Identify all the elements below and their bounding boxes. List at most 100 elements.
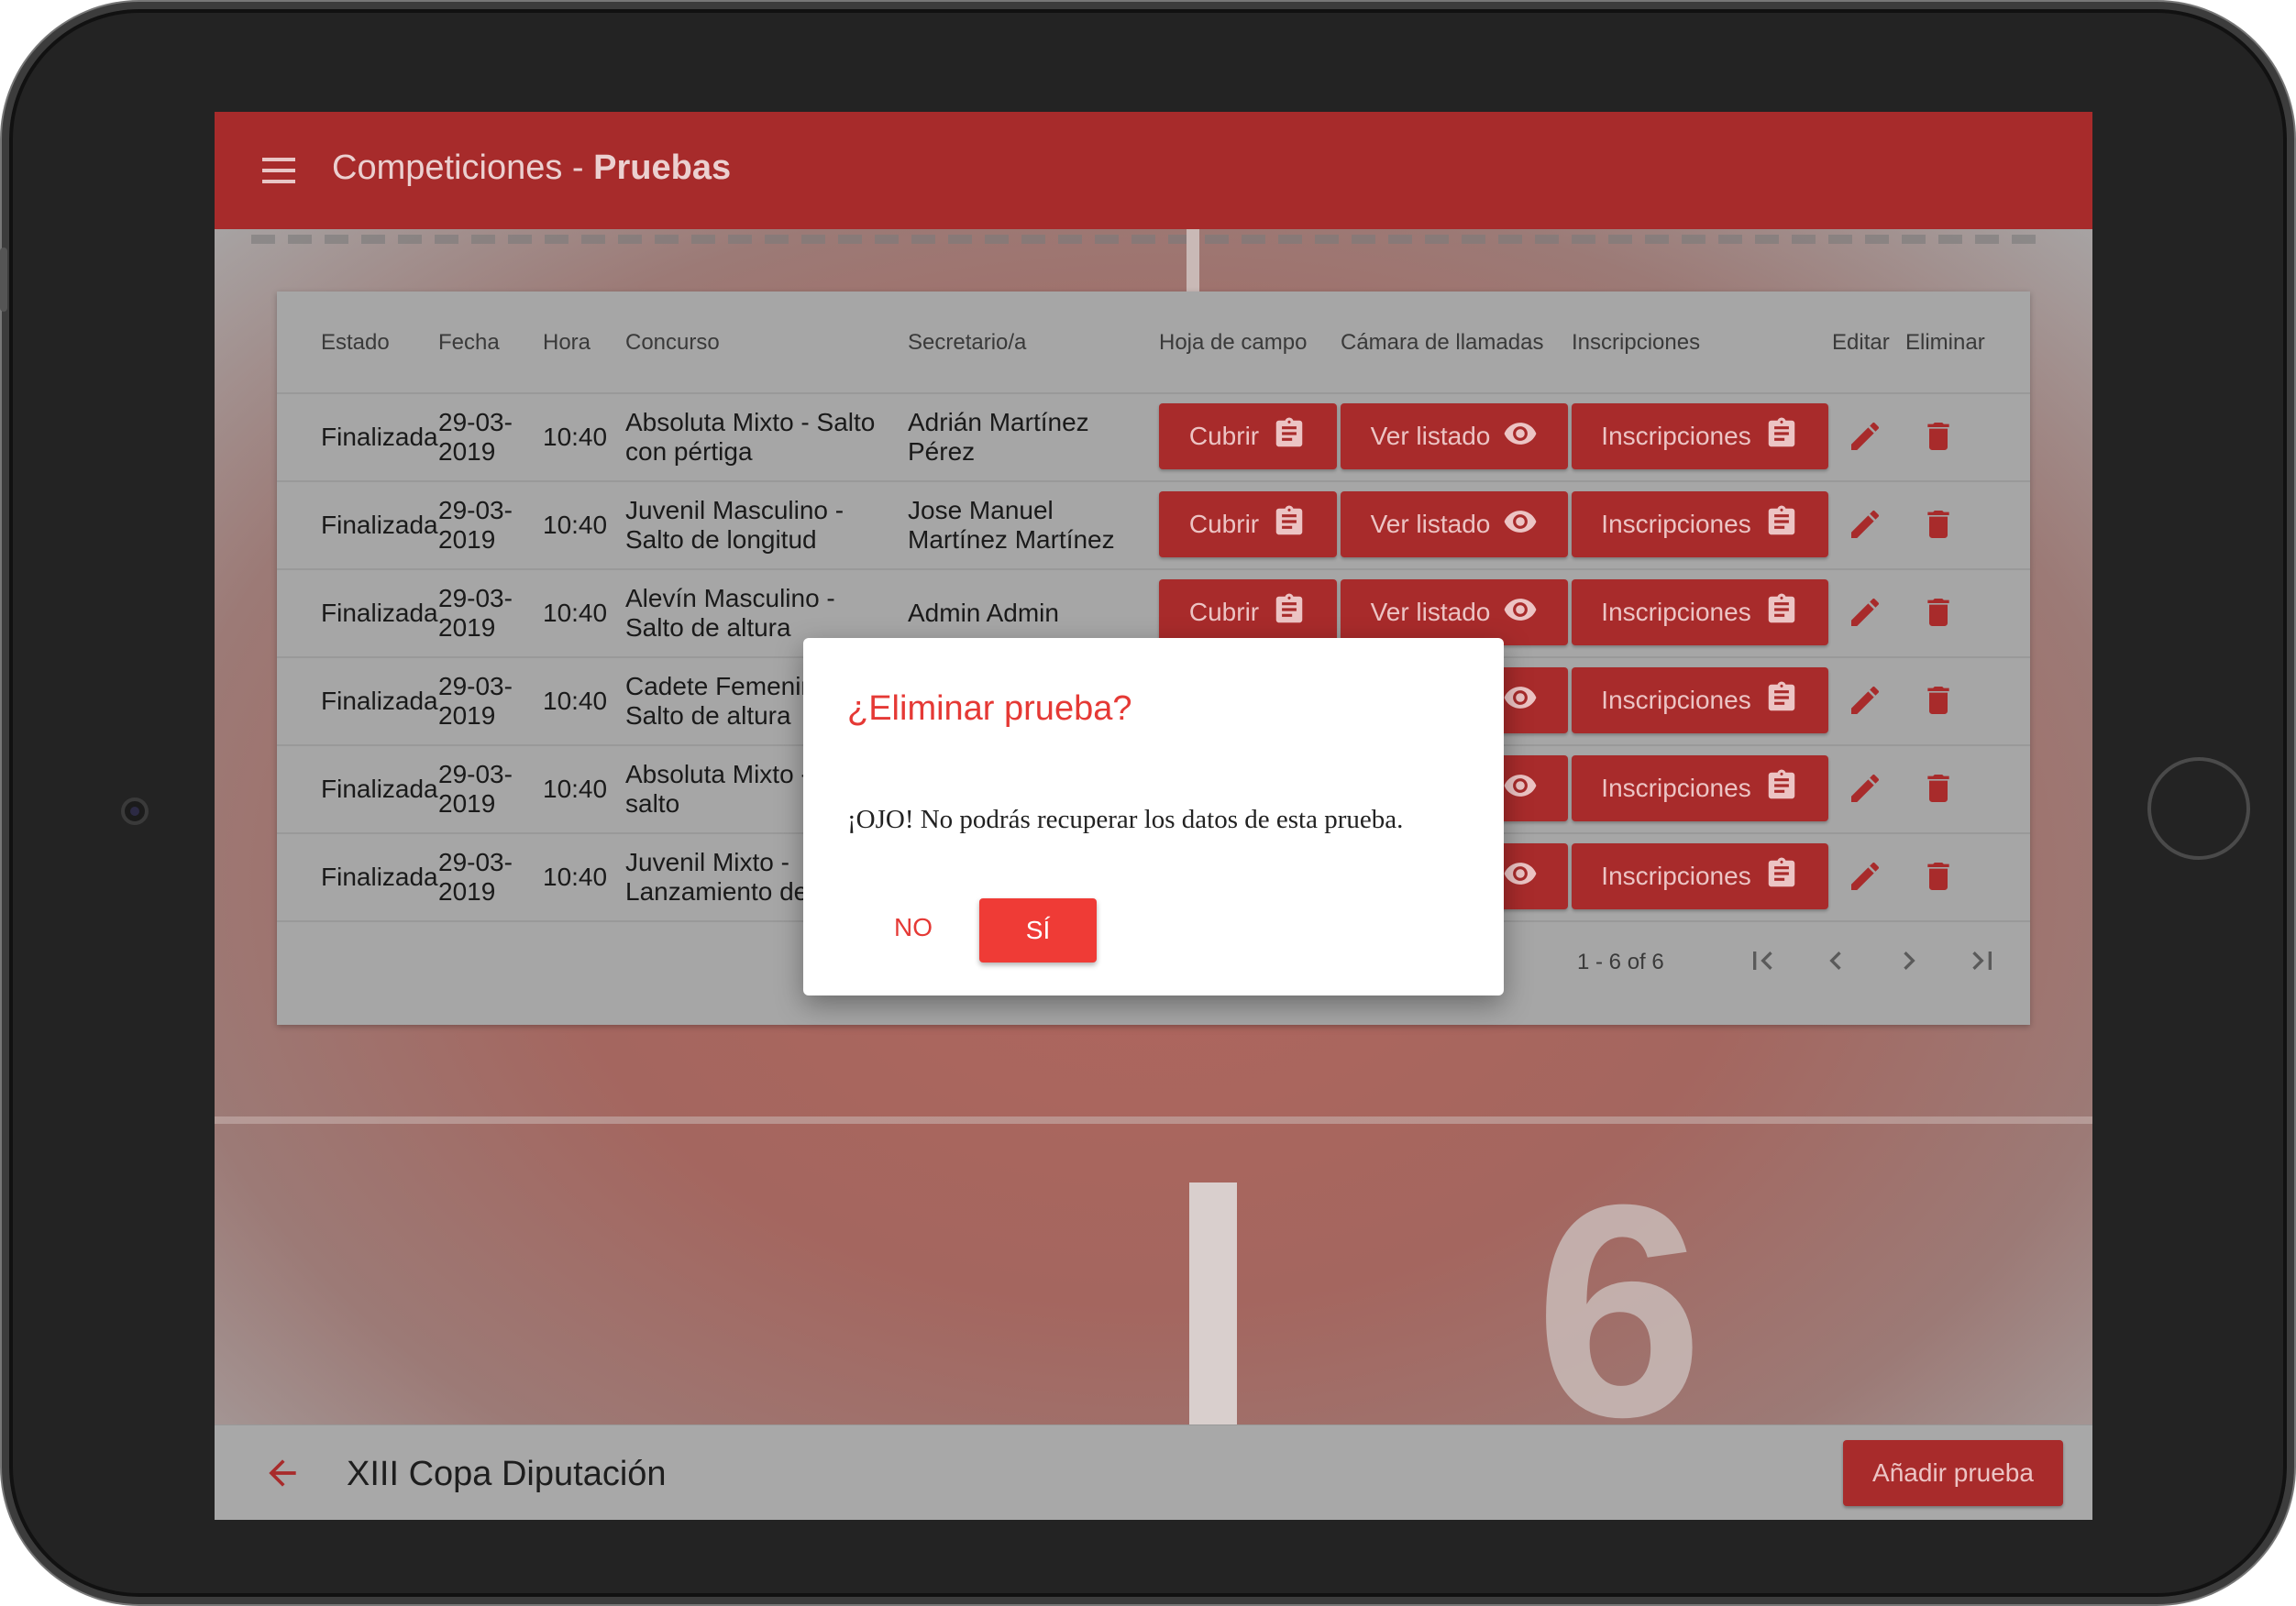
pencil-icon[interactable] — [1847, 858, 1883, 895]
bottom-bar: XIII Copa Diputación Añadir prueba — [215, 1424, 2092, 1520]
ver-listado-label: Ver listado — [1370, 510, 1491, 538]
cell-secretario: Jose Manuel Martínez Martínez — [908, 496, 1115, 554]
last-page-icon[interactable] — [1964, 942, 2001, 979]
cell-fecha: 29-03-2019 — [438, 760, 513, 818]
cubrir-button[interactable]: Cubrir — [1159, 491, 1337, 557]
cell-hora: 10:40 — [543, 863, 608, 891]
table-row: Finalizada 29-03-2019 10:40 Absoluta Mix… — [277, 394, 2030, 482]
cell-hora: 10:40 — [543, 599, 608, 627]
inscripciones-button[interactable]: Inscripciones — [1572, 667, 1828, 733]
eye-icon — [1503, 416, 1538, 457]
pencil-icon[interactable] — [1847, 682, 1883, 719]
cell-hora: 10:40 — [543, 775, 608, 803]
col-eliminar: Eliminar — [1905, 330, 1985, 355]
cubrir-label: Cubrir — [1188, 598, 1260, 626]
front-camera — [121, 798, 149, 825]
trash-icon[interactable] — [1920, 858, 1957, 895]
pencil-icon[interactable] — [1847, 594, 1883, 631]
eye-icon — [1503, 592, 1538, 633]
inscripciones-label: Inscripciones — [1601, 686, 1751, 714]
eye-icon — [1503, 768, 1538, 809]
chevron-left-icon[interactable] — [1817, 942, 1854, 979]
competition-title: XIII Copa Diputación — [347, 1455, 667, 1493]
inscripciones-button[interactable]: Inscripciones — [1572, 843, 1828, 909]
cell-hora: 10:40 — [543, 687, 608, 715]
trash-icon[interactable] — [1920, 682, 1957, 719]
power-button — [0, 248, 7, 312]
clipboard-icon — [1272, 416, 1307, 457]
dialog-message: ¡OJO! No podrás recuperar los datos de e… — [847, 805, 1404, 834]
home-button[interactable] — [2147, 757, 2250, 860]
inscripciones-button[interactable]: Inscripciones — [1572, 491, 1828, 557]
cell-concurso: Juvenil Masculino - Salto de longitud — [625, 496, 844, 554]
trash-icon[interactable] — [1920, 594, 1957, 631]
clipboard-icon — [1764, 592, 1799, 633]
app-bar: Competiciones - Pruebas — [215, 112, 2092, 229]
clipboard-icon — [1764, 504, 1799, 545]
inscripciones-button[interactable]: Inscripciones — [1572, 755, 1828, 821]
col-hora[interactable]: Hora — [543, 330, 591, 356]
cell-estado: Finalizada — [321, 863, 438, 891]
tablet-frame: Competiciones - Pruebas 6 Estado Fecha H… — [0, 2, 2294, 1604]
first-page-icon[interactable] — [1744, 942, 1781, 979]
cell-hora: 10:40 — [543, 423, 608, 451]
cubrir-button[interactable]: Cubrir — [1159, 579, 1337, 645]
trash-icon[interactable] — [1920, 418, 1957, 455]
pencil-icon[interactable] — [1847, 418, 1883, 455]
col-fecha[interactable]: Fecha — [438, 330, 500, 356]
dialog-yes-button[interactable]: SÍ — [979, 898, 1097, 962]
trash-icon[interactable] — [1920, 770, 1957, 807]
col-concurso[interactable]: Concurso — [625, 330, 720, 356]
pencil-icon[interactable] — [1847, 506, 1883, 543]
col-estado[interactable]: Estado — [321, 330, 390, 356]
cell-estado: Finalizada — [321, 687, 438, 715]
chevron-right-icon[interactable] — [1891, 942, 1927, 979]
title-section: Pruebas — [593, 148, 732, 187]
inscripciones-label: Inscripciones — [1601, 774, 1751, 802]
ver-listado-button[interactable]: Ver listado — [1341, 579, 1568, 645]
cubrir-button[interactable]: Cubrir — [1159, 403, 1337, 469]
cell-fecha: 29-03-2019 — [438, 848, 513, 906]
cell-fecha: 29-03-2019 — [438, 584, 513, 642]
inscripciones-label: Inscripciones — [1601, 510, 1751, 538]
eye-icon — [1503, 680, 1538, 721]
title-prefix: Competiciones - — [332, 148, 594, 187]
cell-hora: 10:40 — [543, 511, 608, 539]
cell-secretario: Admin Admin — [908, 599, 1059, 627]
cell-estado: Finalizada — [321, 775, 438, 803]
add-prueba-button[interactable]: Añadir prueba — [1843, 1440, 2063, 1506]
clipboard-icon — [1764, 768, 1799, 809]
cell-estado: Finalizada — [321, 599, 438, 627]
cell-fecha: 29-03-2019 — [438, 672, 513, 730]
clipboard-icon — [1272, 592, 1307, 633]
col-secretario[interactable]: Secretario/a — [908, 330, 1026, 356]
inscripciones-button[interactable]: Inscripciones — [1572, 579, 1828, 645]
cubrir-label: Cubrir — [1188, 422, 1260, 450]
col-camara: Cámara de llamadas — [1341, 330, 1544, 355]
inscripciones-label: Inscripciones — [1601, 422, 1751, 450]
col-hoja-campo: Hoja de campo — [1159, 330, 1308, 355]
clipboard-icon — [1764, 416, 1799, 457]
clipboard-icon — [1764, 856, 1799, 897]
menu-icon[interactable] — [262, 158, 295, 183]
pagination-range: 1 - 6 of 6 — [1577, 950, 1664, 974]
cell-concurso: Alevín Masculino - Salto de altura — [625, 584, 835, 642]
ver-listado-button[interactable]: Ver listado — [1341, 491, 1568, 557]
cubrir-label: Cubrir — [1188, 510, 1260, 538]
page-title: Competiciones - Pruebas — [332, 148, 731, 188]
app-screen: Competiciones - Pruebas 6 Estado Fecha H… — [215, 112, 2092, 1520]
cell-fecha: 29-03-2019 — [438, 408, 513, 466]
cell-secretario: Adrián Martínez Pérez — [908, 408, 1089, 466]
cell-estado: Finalizada — [321, 511, 438, 539]
pencil-icon[interactable] — [1847, 770, 1883, 807]
arrow-left-icon[interactable] — [262, 1453, 303, 1493]
table-row: Finalizada 29-03-2019 10:40 Juvenil Masc… — [277, 482, 2030, 570]
cell-estado: Finalizada — [321, 423, 438, 451]
inscripciones-button[interactable]: Inscripciones — [1572, 403, 1828, 469]
inscripciones-label: Inscripciones — [1601, 862, 1751, 890]
clipboard-icon — [1764, 680, 1799, 721]
dialog-no-button[interactable]: NO — [862, 898, 965, 957]
ver-listado-button[interactable]: Ver listado — [1341, 403, 1568, 469]
dialog-title: ¿Eliminar prueba? — [847, 689, 1132, 728]
trash-icon[interactable] — [1920, 506, 1957, 543]
